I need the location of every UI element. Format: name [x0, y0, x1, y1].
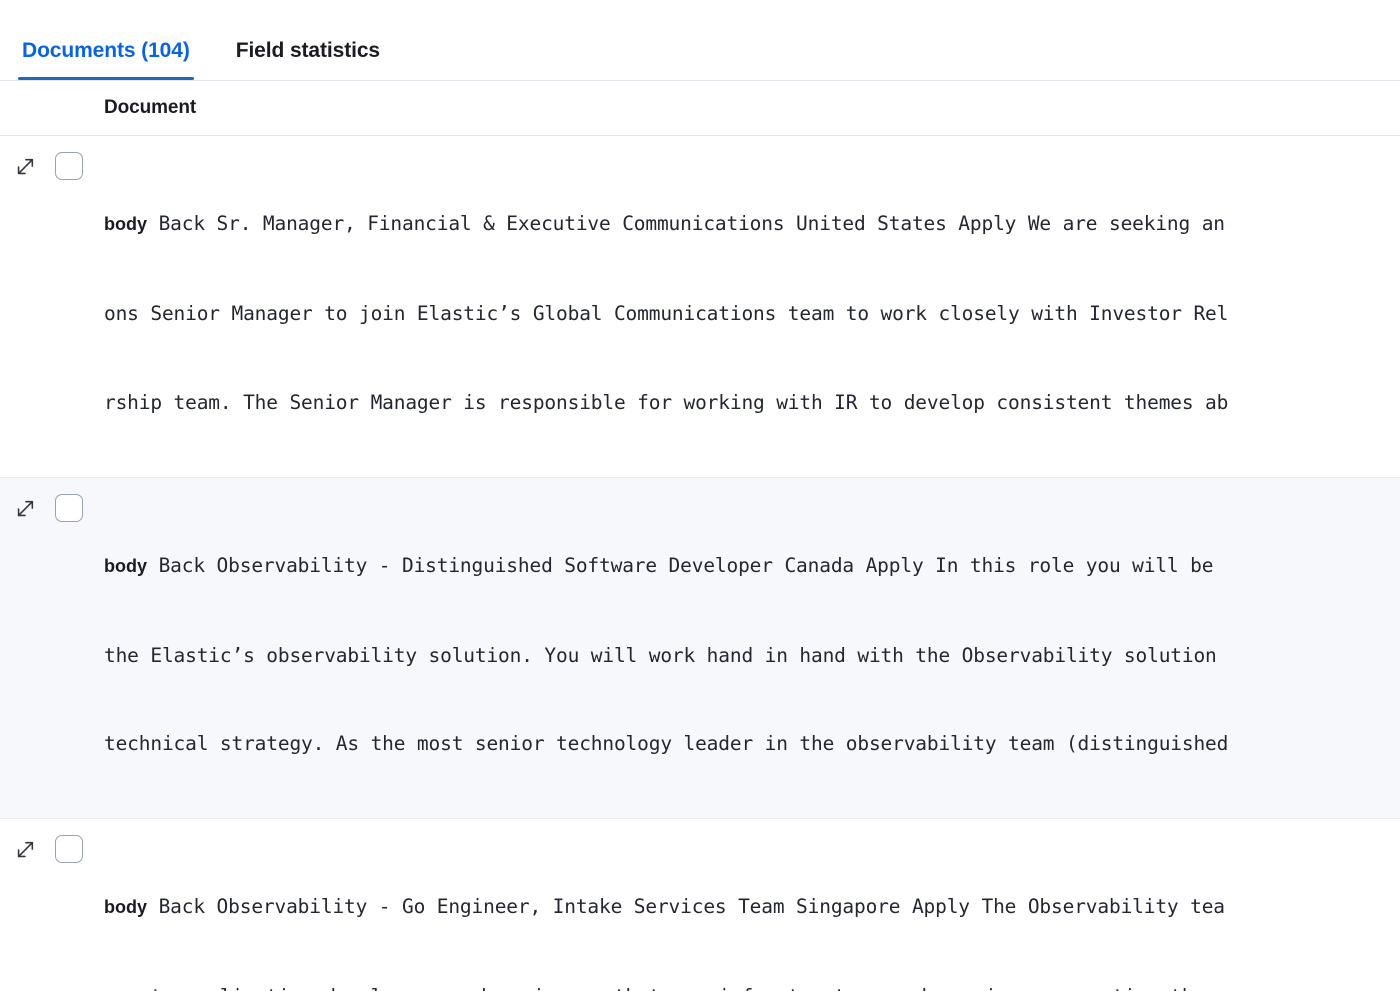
expand-arrows-icon	[17, 158, 34, 175]
document-line: ons Senior Manager to join Elastic’s Glo…	[104, 299, 1400, 329]
document-cell: body Back Sr. Manager, Financial & Execu…	[104, 150, 1400, 477]
document-cell: body Back Observability - Go Engineer, I…	[104, 833, 1400, 991]
documents-table-panel: Documents (104) Field statistics Documen…	[0, 0, 1400, 991]
document-cell: body Back Observability - Distinguished …	[104, 492, 1400, 819]
table-body: body Back Sr. Manager, Financial & Execu…	[0, 136, 1400, 991]
field-name-label: body	[104, 897, 147, 918]
document-line-text: technical strategy. As the most senior t…	[104, 732, 1229, 756]
document-line: ons to application developers and engine…	[104, 982, 1400, 991]
document-line-text: ons Senior Manager to join Elastic’s Glo…	[104, 301, 1229, 325]
document-text: body Back Observability - Distinguished …	[104, 492, 1400, 819]
table-header-row: Document	[0, 81, 1400, 136]
row-checkbox[interactable]	[55, 835, 83, 864]
row-select-cell	[50, 150, 104, 180]
table-row[interactable]: body Back Sr. Manager, Financial & Execu…	[0, 136, 1400, 478]
document-line-text: ons to application developers and engine…	[104, 985, 1228, 991]
tab-documents-label: Documents (104)	[22, 39, 190, 62]
row-select-cell	[50, 833, 104, 864]
document-line-text: Back Sr. Manager, Financial & Executive …	[158, 212, 1225, 236]
document-line: technical strategy. As the most senior t…	[104, 729, 1400, 759]
expand-arrows-icon	[17, 500, 34, 516]
document-line: the Elastic’s observability solution. Yo…	[104, 641, 1400, 671]
tab-field-statistics[interactable]: Field statistics	[232, 22, 384, 80]
tab-field-statistics-label: Field statistics	[235, 39, 381, 62]
document-line: body Back Observability - Go Engineer, I…	[104, 892, 1400, 923]
expand-row-button[interactable]	[0, 492, 50, 520]
document-line-text: Back Observability - Go Engineer, Intake…	[158, 895, 1225, 919]
expand-arrows-icon	[17, 841, 34, 858]
document-line-text: rship team. The Senior Manager is respon…	[104, 390, 1229, 414]
row-checkbox[interactable]	[55, 152, 83, 180]
expand-row-button[interactable]	[0, 150, 50, 178]
row-checkbox[interactable]	[55, 493, 83, 522]
tab-selected-underline	[18, 77, 194, 80]
document-line-text: the Elastic’s observability solution. Yo…	[104, 643, 1217, 667]
column-header-document: Document	[104, 97, 197, 118]
field-name-label: body	[104, 555, 147, 576]
document-line: body Back Observability - Distinguished …	[104, 551, 1400, 582]
table-row[interactable]: body Back Observability - Go Engineer, I…	[0, 819, 1400, 991]
table-row[interactable]: body Back Observability - Distinguished …	[0, 477, 1400, 820]
field-name-label: body	[104, 214, 147, 235]
tab-documents[interactable]: Documents (104)	[18, 22, 194, 80]
tab-bar: Documents (104) Field statistics	[0, 0, 1400, 81]
expand-row-button[interactable]	[0, 833, 50, 861]
documents-table: Document body Back Sr. Manager, Financia…	[0, 81, 1400, 991]
document-text: body Back Observability - Go Engineer, I…	[104, 833, 1400, 991]
document-line-text: Back Observability - Distinguished Softw…	[158, 553, 1214, 577]
document-line: body Back Sr. Manager, Financial & Execu…	[104, 209, 1400, 240]
document-text: body Back Sr. Manager, Financial & Execu…	[104, 150, 1400, 477]
document-line: rship team. The Senior Manager is respon…	[104, 388, 1400, 418]
row-select-cell	[50, 492, 104, 522]
